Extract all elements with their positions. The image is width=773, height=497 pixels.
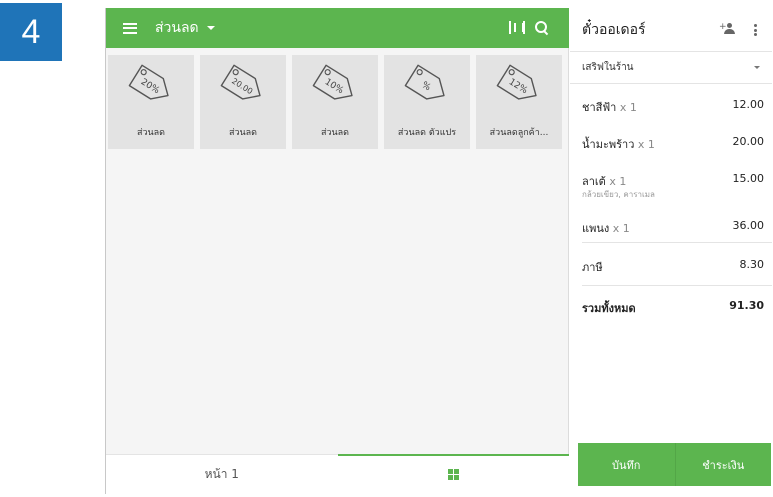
dining-option-value: เสริฟในร้าน (582, 62, 634, 73)
discount-tag-icon: % (404, 64, 445, 100)
discount-tile[interactable]: % ส่วนลด ตัวแปร (384, 55, 470, 149)
discount-grid: 20% ส่วนลด 20.00 ส่วนลด 10% ส่วนลด % ส่ว… (108, 55, 562, 149)
discount-tile-label: ส่วนลด (228, 128, 258, 138)
item-qty: x 1 (612, 222, 630, 235)
step-number-badge: 4 (0, 3, 62, 61)
discount-tile-label: ส่วนลด ตัวแปร (397, 128, 457, 138)
tax-row: ภาษี 8.30 (570, 243, 772, 285)
ticket-line-item[interactable]: แพนง x 1 36.00 (570, 205, 772, 242)
ticket-title: ตั๋วออเดอร์ (582, 21, 646, 38)
item-price: 15.00 (732, 172, 765, 185)
discount-tile-label: ส่วนลด (136, 128, 166, 138)
item-price: 36.00 (732, 219, 765, 232)
category-dropdown-label[interactable]: ส่วนลด (155, 17, 199, 39)
item-price: 20.00 (732, 135, 765, 148)
tag-text: % (420, 80, 433, 93)
item-qty: x 1 (619, 101, 637, 114)
total-label: รวมทั้งหมด (582, 302, 636, 315)
item-price: 12.00 (732, 98, 765, 111)
save-button[interactable]: บันทึก (578, 443, 675, 486)
item-qty: x 1 (637, 138, 655, 151)
discount-tile[interactable]: 20.00 ส่วนลด (200, 55, 286, 149)
item-name: น้ำมะพร้าว (582, 138, 635, 151)
ticket-header: ตั๋วออเดอร์ + (570, 8, 772, 52)
discount-tag-icon: 12% (496, 64, 537, 100)
ticket-line-item[interactable]: ชาสีฟ้า x 1 12.00 (570, 84, 772, 121)
items-toolbar: ส่วนลด (106, 8, 569, 48)
item-name: แพนง (582, 222, 610, 235)
discount-tag-icon: 20.00 (220, 64, 261, 100)
discount-tile-label: ส่วนลดลูกค้า... (489, 128, 549, 138)
chevron-down-icon[interactable] (206, 26, 215, 30)
grid-icon (447, 469, 459, 480)
discount-tag-icon: 20% (128, 64, 169, 100)
page-tabs: หน้า 1 (106, 454, 569, 494)
menu-icon[interactable] (123, 22, 137, 34)
tax-value: 8.30 (739, 258, 765, 271)
ticket-pane: ตั๋วออเดอร์ + เสริฟในร้าน ชาสีฟ้า x 1 12… (570, 8, 772, 494)
dining-option-select[interactable]: เสริฟในร้าน (570, 52, 772, 84)
barcode-icon[interactable] (509, 21, 525, 34)
item-modifiers: กล้วยเขียว, คาราเมล (582, 190, 655, 199)
ticket-line-item[interactable]: ลาเต้ x 1 15.00 กล้วยเขียว, คาราเมล (570, 158, 772, 205)
tab-page-1[interactable]: หน้า 1 (106, 455, 338, 494)
tab-grid[interactable] (337, 454, 570, 494)
discount-tag-icon: 10% (312, 64, 353, 100)
discount-tile[interactable]: 10% ส่วนลด (292, 55, 378, 149)
discount-tile-label: ส่วนลด (320, 128, 350, 138)
chevron-down-icon (754, 66, 760, 69)
item-qty: x 1 (609, 175, 627, 188)
search-icon[interactable] (534, 20, 550, 36)
ticket-actions: บันทึก ชำระเงิน (578, 443, 771, 486)
discount-tile[interactable]: 12% ส่วนลดลูกค้า... (476, 55, 562, 149)
items-pane: ส่วนลด 20% ส่วนลด 20.00 ส่วนลด 10% ส่วนล… (106, 8, 569, 494)
charge-button[interactable]: ชำระเงิน (674, 443, 771, 486)
tax-label: ภาษี (582, 261, 603, 274)
total-row: รวมทั้งหมด 91.30 (570, 286, 772, 326)
more-vert-icon[interactable] (754, 24, 757, 36)
add-customer-icon[interactable]: + (719, 23, 735, 35)
discount-tile[interactable]: 20% ส่วนลด (108, 55, 194, 149)
pos-app-window: ส่วนลด 20% ส่วนลด 20.00 ส่วนลด 10% ส่วนล… (105, 8, 772, 494)
item-name: ชาสีฟ้า (582, 101, 617, 114)
total-value: 91.30 (729, 299, 764, 312)
item-name: ลาเต้ (582, 175, 606, 188)
ticket-line-item[interactable]: น้ำมะพร้าว x 1 20.00 (570, 121, 772, 158)
